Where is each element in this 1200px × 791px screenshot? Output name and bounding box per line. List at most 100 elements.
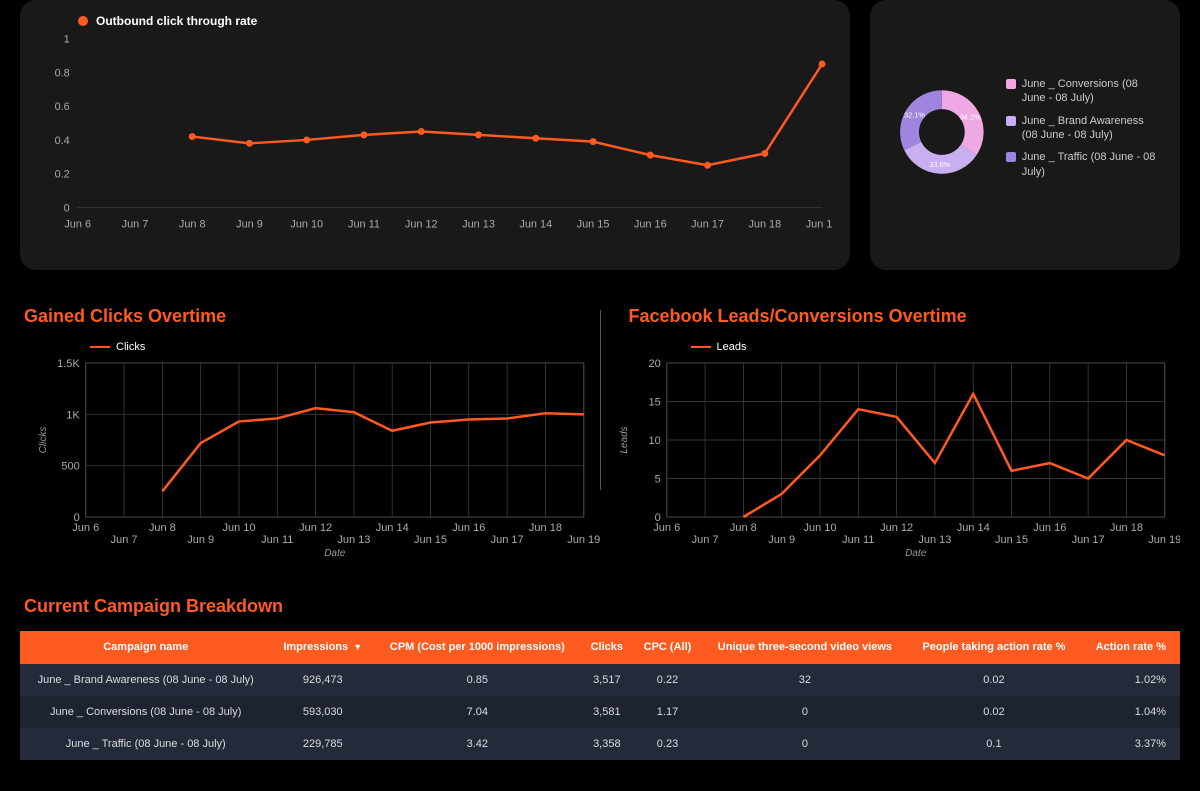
column-header[interactable]: Clicks bbox=[581, 631, 633, 664]
svg-text:1.5K: 1.5K bbox=[57, 358, 80, 370]
donut-legend: June _ Conversions (08 June - 08 July) Ju… bbox=[1006, 77, 1162, 187]
ctr-legend: Outbound click through rate bbox=[78, 14, 832, 28]
svg-text:Jun 8: Jun 8 bbox=[149, 522, 176, 534]
table-cell: 32 bbox=[702, 664, 908, 696]
svg-text:Jun 6: Jun 6 bbox=[653, 522, 680, 534]
svg-text:Jun 17: Jun 17 bbox=[491, 534, 524, 546]
donut-chart-card: 34.2% 33.6% 32.1% June _ Conversions (08 J… bbox=[870, 0, 1180, 270]
svg-text:Jun 15: Jun 15 bbox=[995, 534, 1028, 546]
table-cell: June _ Brand Awareness (08 June - 08 Jul… bbox=[20, 664, 271, 696]
svg-text:Jun 10: Jun 10 bbox=[290, 218, 323, 230]
table-cell: 7.04 bbox=[374, 696, 581, 728]
clicks-series-label: Clicks bbox=[116, 341, 145, 353]
svg-text:Jun 6: Jun 6 bbox=[64, 218, 91, 230]
table-row: June _ Traffic (08 June - 08 July)229,78… bbox=[20, 728, 1180, 760]
donut-legend-item: June _ Conversions (08 June - 08 July) bbox=[1006, 77, 1162, 106]
donut-legend-item: June _ Traffic (08 June - 08 July) bbox=[1006, 150, 1162, 179]
table-cell: 0.02 bbox=[908, 696, 1080, 728]
svg-text:15: 15 bbox=[648, 397, 660, 409]
table-cell: 593,030 bbox=[271, 696, 374, 728]
legend-line-icon bbox=[691, 346, 711, 348]
svg-text:Jun 7: Jun 7 bbox=[691, 534, 718, 546]
column-header[interactable]: Unique three-second video views bbox=[702, 631, 908, 664]
leads-series-label: Leads bbox=[717, 341, 747, 353]
table-cell: 229,785 bbox=[271, 728, 374, 760]
svg-text:Jun 8: Jun 8 bbox=[729, 522, 756, 534]
legend-swatch-icon bbox=[1006, 152, 1016, 162]
ctr-series-label: Outbound click through rate bbox=[96, 14, 257, 28]
table-title: Current Campaign Breakdown bbox=[24, 596, 1180, 617]
donut-legend-label: June _ Traffic (08 June - 08 July) bbox=[1022, 150, 1162, 179]
svg-text:1K: 1K bbox=[66, 409, 80, 421]
svg-text:20: 20 bbox=[648, 358, 660, 370]
column-header[interactable]: CPM (Cost per 1000 impressions) bbox=[374, 631, 581, 664]
svg-text:500: 500 bbox=[61, 461, 79, 473]
svg-text:32.1%: 32.1% bbox=[904, 110, 925, 119]
campaign-table: Campaign nameImpressions ▼CPM (Cost per … bbox=[20, 631, 1180, 760]
column-header[interactable]: People taking action rate % bbox=[908, 631, 1080, 664]
svg-text:Jun 18: Jun 18 bbox=[529, 522, 562, 534]
table-cell: June _ Conversions (08 June - 08 July) bbox=[20, 696, 271, 728]
svg-text:Leads: Leads bbox=[618, 426, 629, 453]
legend-swatch-icon bbox=[1006, 79, 1016, 89]
svg-text:Jun 18: Jun 18 bbox=[748, 218, 781, 230]
column-header[interactable]: Impressions ▼ bbox=[271, 631, 374, 664]
clicks-legend: Clicks bbox=[90, 341, 600, 353]
column-header[interactable]: Campaign name bbox=[20, 631, 271, 664]
svg-text:Jun 16: Jun 16 bbox=[634, 218, 667, 230]
legend-line-icon bbox=[90, 346, 110, 348]
svg-text:Jun 14: Jun 14 bbox=[519, 218, 552, 230]
donut-legend-label: June _ Brand Awareness (08 June - 08 Jul… bbox=[1022, 114, 1162, 143]
table-cell: 0.85 bbox=[374, 664, 581, 696]
svg-text:Jun 12: Jun 12 bbox=[405, 218, 438, 230]
svg-text:5: 5 bbox=[654, 474, 660, 486]
svg-text:Jun 8: Jun 8 bbox=[179, 218, 206, 230]
table-row: June _ Brand Awareness (08 June - 08 Jul… bbox=[20, 664, 1180, 696]
svg-text:Date: Date bbox=[905, 548, 927, 557]
column-header[interactable]: Action rate % bbox=[1080, 631, 1180, 664]
table-cell: 0 bbox=[702, 696, 908, 728]
svg-text:Date: Date bbox=[324, 548, 346, 557]
leads-panel: Facebook Leads/Conversions Overtime Lead… bbox=[601, 270, 1181, 560]
svg-text:Jun 12: Jun 12 bbox=[299, 522, 332, 534]
svg-text:Jun 18: Jun 18 bbox=[1109, 522, 1142, 534]
svg-text:Clicks: Clicks bbox=[38, 427, 49, 454]
clicks-title: Gained Clicks Overtime bbox=[24, 306, 600, 327]
svg-text:Jun 16: Jun 16 bbox=[452, 522, 485, 534]
table-row: June _ Conversions (08 June - 08 July)59… bbox=[20, 696, 1180, 728]
svg-text:33.6%: 33.6% bbox=[929, 160, 950, 169]
table-cell: 1.04% bbox=[1080, 696, 1180, 728]
svg-text:10: 10 bbox=[648, 435, 660, 447]
svg-text:Jun 10: Jun 10 bbox=[222, 522, 255, 534]
table-cell: June _ Traffic (08 June - 08 July) bbox=[20, 728, 271, 760]
svg-text:Jun 11: Jun 11 bbox=[842, 534, 874, 546]
svg-text:Jun 19: Jun 19 bbox=[567, 534, 599, 546]
table-cell: 3,358 bbox=[581, 728, 633, 760]
ctr-chart-card: Outbound click through rate 00.20.40.60.… bbox=[20, 0, 850, 270]
table-cell: 0.1 bbox=[908, 728, 1080, 760]
svg-text:Jun 12: Jun 12 bbox=[880, 522, 913, 534]
legend-dot-icon bbox=[78, 16, 88, 26]
svg-text:Jun 17: Jun 17 bbox=[691, 218, 724, 230]
table-cell: 3,581 bbox=[581, 696, 633, 728]
svg-text:Jun 6: Jun 6 bbox=[72, 522, 99, 534]
svg-text:34.2%: 34.2% bbox=[960, 112, 981, 121]
legend-swatch-icon bbox=[1006, 116, 1016, 126]
clicks-panel: Gained Clicks Overtime Clicks 05001K1.5K… bbox=[20, 270, 600, 560]
sort-desc-icon: ▼ bbox=[353, 642, 362, 652]
svg-text:Jun 19: Jun 19 bbox=[806, 218, 832, 230]
svg-text:Jun 7: Jun 7 bbox=[111, 534, 138, 546]
table-cell: 0.23 bbox=[633, 728, 702, 760]
svg-text:0.8: 0.8 bbox=[55, 67, 70, 79]
svg-text:1: 1 bbox=[64, 34, 70, 46]
table-cell: 3.42 bbox=[374, 728, 581, 760]
svg-text:Jun 13: Jun 13 bbox=[337, 534, 370, 546]
svg-text:Jun 9: Jun 9 bbox=[768, 534, 795, 546]
svg-text:Jun 7: Jun 7 bbox=[122, 218, 149, 230]
table-cell: 0.02 bbox=[908, 664, 1080, 696]
svg-text:Jun 13: Jun 13 bbox=[918, 534, 951, 546]
column-header[interactable]: CPC (All) bbox=[633, 631, 702, 664]
table-cell: 3,517 bbox=[581, 664, 633, 696]
leads-title: Facebook Leads/Conversions Overtime bbox=[629, 306, 1181, 327]
svg-text:0.2: 0.2 bbox=[55, 169, 70, 181]
